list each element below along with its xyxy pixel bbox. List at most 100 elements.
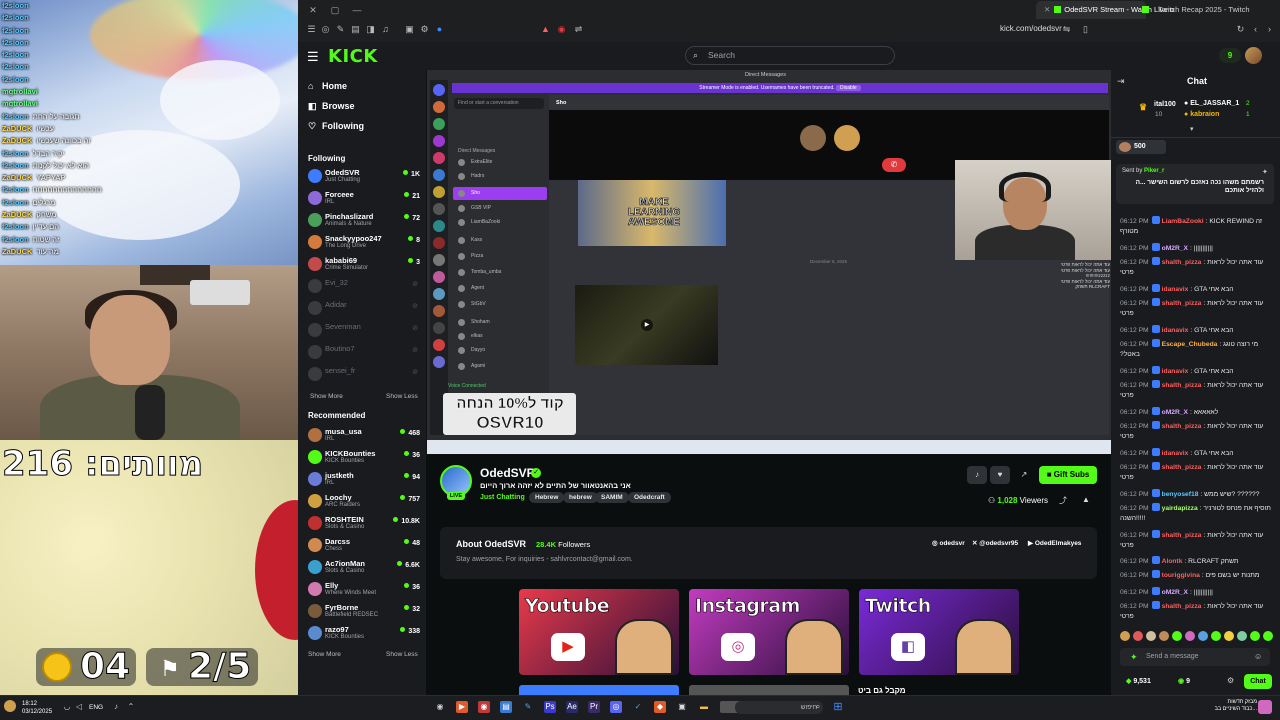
- server-icon[interactable]: [433, 84, 445, 96]
- app-icon[interactable]: ◉: [478, 701, 490, 713]
- app-icon[interactable]: ◉: [434, 701, 446, 713]
- tag-hebrew-lower[interactable]: hebrew: [563, 492, 598, 503]
- show-more-following[interactable]: Show More: [310, 393, 343, 400]
- dm-item[interactable]: Hadrs: [458, 172, 543, 181]
- settings-slider-icon[interactable]: ⇋: [1061, 24, 1072, 35]
- server-icon[interactable]: [433, 305, 445, 317]
- volume-icon[interactable]: ◁: [73, 701, 85, 713]
- notification-bell-icon[interactable]: ♪: [967, 466, 987, 484]
- chat-send-button[interactable]: Chat: [1244, 674, 1272, 689]
- recommended-item[interactable]: justketh IRL 94: [306, 469, 420, 491]
- recommended-item[interactable]: musa_usa IRL 468: [306, 425, 420, 447]
- app-icon[interactable]: ✎: [522, 701, 534, 713]
- server-icon[interactable]: [433, 135, 445, 147]
- server-icon[interactable]: [433, 288, 445, 300]
- emote-icon[interactable]: [1172, 631, 1182, 641]
- server-icon[interactable]: [433, 203, 445, 215]
- tab-kick[interactable]: ✕ OdedSVR Stream - Watch Live o: [1036, 1, 1174, 19]
- weather-icon[interactable]: [4, 700, 16, 712]
- message-user[interactable]: yairdapizza: [1162, 505, 1198, 512]
- message-user[interactable]: shalth_pizza: [1162, 603, 1202, 610]
- following-item[interactable]: OdedSVR Just Chatting 1K: [306, 166, 420, 188]
- show-less-following[interactable]: Show Less: [386, 393, 418, 400]
- message-user[interactable]: LiamBaZooki: [1162, 218, 1204, 225]
- brave-icon[interactable]: ◆: [654, 701, 666, 713]
- message-user[interactable]: idanavix: [1162, 450, 1189, 457]
- clock[interactable]: 18:12 03/12/2025: [22, 700, 52, 716]
- following-item[interactable]: Sevenman ⊘: [306, 320, 420, 342]
- points-badge[interactable]: 9: [1219, 48, 1241, 63]
- sidebar-toggle-icon[interactable]: ☰: [306, 24, 317, 35]
- shield-icon[interactable]: ◎: [320, 24, 331, 35]
- mic-tray-icon[interactable]: ♪: [110, 701, 122, 713]
- folder-icon[interactable]: ▬: [698, 701, 710, 713]
- dm-item[interactable]: GSB VIP: [458, 204, 543, 213]
- panel-partial[interactable]: [689, 685, 849, 695]
- app-icon[interactable]: Pr: [588, 701, 600, 713]
- hangup-button[interactable]: ✆: [882, 158, 906, 172]
- following-item[interactable]: kababi69 Crime Simulator 3: [306, 254, 420, 276]
- panel-instagram[interactable]: Instagram ◎: [689, 589, 849, 675]
- show-less-recommended[interactable]: Show Less: [386, 651, 418, 658]
- recommended-item[interactable]: Darcss Chess 48: [306, 535, 420, 557]
- message-user[interactable]: shalth_pizza: [1162, 382, 1202, 389]
- social-twitter[interactable]: ✕ @odedsvr95: [972, 539, 1018, 547]
- windows-start-icon[interactable]: ⊞: [832, 701, 844, 713]
- dm-item[interactable]: ExtraElite: [458, 158, 543, 167]
- server-icon[interactable]: [433, 169, 445, 181]
- app-icon[interactable]: ▤: [500, 701, 512, 713]
- emote-icon[interactable]: [1198, 631, 1208, 641]
- message-user[interactable]: shalth_pizza: [1162, 259, 1202, 266]
- recommended-item[interactable]: KICKBounties KICK Bounties 36: [306, 447, 420, 469]
- emote-icon[interactable]: [1224, 631, 1234, 641]
- taskbar-search[interactable]: חיפוש: [735, 701, 823, 714]
- tab-twitch[interactable]: Twitch Recap 2025 - Twitch: [1150, 1, 1272, 19]
- dm-item[interactable]: Agent: [458, 284, 543, 293]
- disable-button[interactable]: Disable: [836, 85, 861, 91]
- alert-icon[interactable]: ▲: [540, 24, 551, 35]
- dm-item[interactable]: Tomba_umba: [458, 268, 543, 277]
- server-icon[interactable]: [433, 271, 445, 283]
- recommended-item[interactable]: FyrBorne Battlefield REDSEC 32: [306, 601, 420, 623]
- reload-icon[interactable]: ↻: [1235, 24, 1246, 35]
- server-icon[interactable]: [433, 339, 445, 351]
- server-icon[interactable]: [433, 101, 445, 113]
- gift-subs-button[interactable]: ■ Gift Subs: [1039, 466, 1097, 484]
- following-item[interactable]: sensei_fr ⊘: [306, 364, 420, 386]
- emote-picker-icon[interactable]: ✦: [1130, 648, 1138, 666]
- following-item[interactable]: Snackyypoo247 The Long Drive 8: [306, 232, 420, 254]
- emote-icon[interactable]: [1146, 631, 1156, 641]
- dm-item[interactable]: Pizza: [458, 252, 543, 261]
- social-youtube[interactable]: ▶ OdedElmakyes: [1028, 539, 1081, 547]
- tag-odedcraft[interactable]: Odedcraft: [628, 492, 671, 503]
- leaderboard-name[interactable]: ital100: [1154, 101, 1176, 108]
- app-icon[interactable]: ▣: [676, 701, 688, 713]
- message-user[interactable]: oM2R_X: [1162, 245, 1188, 252]
- message-user[interactable]: shalth_pizza: [1162, 532, 1202, 539]
- leaderboard-name[interactable]: ● kabraion: [1184, 111, 1219, 118]
- kick-points[interactable]: ◉ 9: [1178, 677, 1190, 685]
- server-icon[interactable]: [433, 220, 445, 232]
- chat-input[interactable]: ✦ Send a message: [1120, 648, 1270, 666]
- nav-following[interactable]: ♡ Following: [308, 121, 364, 132]
- panel-twitch[interactable]: Twitch ◧: [859, 589, 1019, 675]
- discord-icon[interactable]: ◎: [610, 701, 622, 713]
- channel-points[interactable]: ◆ 9,531: [1126, 677, 1151, 685]
- leaderboard-name[interactable]: ● EL_JASSAR_1: [1184, 100, 1239, 107]
- follow-heart-icon[interactable]: ♥: [990, 466, 1010, 484]
- app-icon[interactable]: Ae: [566, 701, 578, 713]
- message-user[interactable]: idanavix: [1162, 327, 1189, 334]
- emote-icon[interactable]: [1263, 631, 1273, 641]
- emote-icon[interactable]: [1237, 631, 1247, 641]
- forward-icon[interactable]: ›: [1264, 24, 1275, 35]
- search-icon[interactable]: ⌕: [812, 701, 824, 713]
- nav-browse[interactable]: ◧ Browse: [308, 101, 355, 112]
- message-user[interactable]: oM2R_X: [1162, 409, 1188, 416]
- extension-icon[interactable]: ⚙: [419, 24, 430, 35]
- language-indicator[interactable]: ENG: [89, 704, 103, 711]
- message-user[interactable]: Alontk: [1162, 558, 1183, 565]
- stream-category[interactable]: Just Chatting: [480, 494, 525, 501]
- message-user[interactable]: touriggivina: [1162, 572, 1200, 579]
- report-icon[interactable]: ▲: [1082, 495, 1090, 504]
- maximize-icon[interactable]: ▢: [328, 3, 342, 17]
